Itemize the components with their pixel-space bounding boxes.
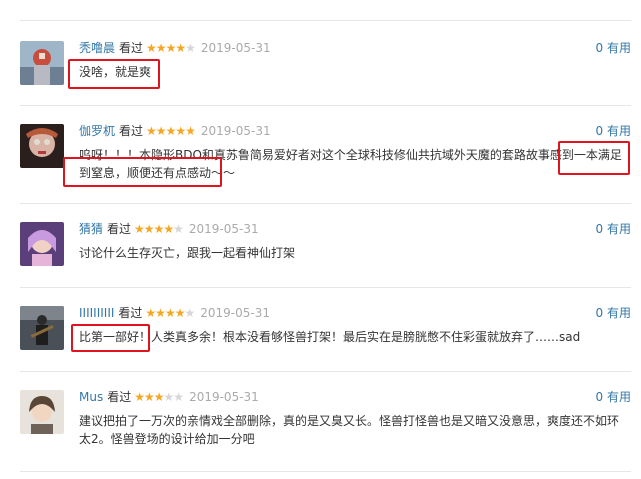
vote-count: 0 [595, 222, 604, 236]
star-filled-icon: ★ [165, 124, 177, 138]
vote-useful-label: 有用 [606, 41, 631, 55]
rating-stars: ★★★★★ [145, 306, 195, 320]
avatar[interactable] [20, 41, 64, 85]
comment-item: IIIIIIIIII 看过 ★★★★★ 2019-05-31 0 有用 比第一部好！人… [0, 306, 641, 386]
rating-stars: ★★★★★ [146, 124, 196, 138]
vote-useful-button[interactable]: 0 有用 [596, 221, 631, 237]
star-empty-icon: ★ [185, 41, 196, 55]
avatar[interactable] [20, 306, 64, 350]
username-link[interactable]: IIIIIIIIII [79, 306, 114, 320]
comment-date: 2019-05-31 [189, 390, 259, 404]
vote-useful-button[interactable]: 0 有用 [596, 305, 631, 321]
comment-meta: IIIIIIIIII 看过 ★★★★★ 2019-05-31 [79, 305, 270, 321]
star-filled-icon: ★ [174, 306, 186, 320]
comment-text: 建议把拍了一万次的亲情戏全部删除，真的是又臭又长。怪兽打怪兽也是又暗又没意思，爽… [79, 414, 620, 446]
comment-text: 讨论什么生存灭亡，跟我一起看神仙打架 [79, 246, 296, 260]
vote-useful-label: 有用 [606, 124, 631, 138]
avatar[interactable] [20, 390, 64, 434]
star-filled-icon: ★ [155, 41, 167, 55]
star-filled-icon: ★ [175, 124, 186, 138]
vote-useful-button[interactable]: 0 有用 [596, 40, 631, 56]
star-empty-icon: ★ [184, 306, 195, 320]
username-link[interactable]: Mus [79, 390, 103, 404]
comment-text: 比第一部好！人类真多余！根本没看够怪兽打架！最后实在是膀胱憋不住彩蛋就放弃了……… [79, 330, 581, 344]
vote-useful-label: 有用 [606, 222, 631, 236]
star-filled-icon: ★ [155, 306, 166, 320]
star-filled-icon: ★ [165, 41, 177, 55]
rating-stars: ★★★★★ [146, 41, 196, 55]
watched-label: 看过 [107, 222, 132, 236]
star-filled-icon: ★ [153, 390, 165, 404]
comment-item: Mus 看过 ★★★★★ 2019-05-31 0 有用 建议把拍了一万次的亲情戏全部… [0, 390, 641, 470]
vote-count: 0 [595, 41, 604, 55]
watched-label: 看过 [119, 124, 144, 138]
star-filled-icon: ★ [134, 390, 145, 404]
star-filled-icon: ★ [185, 124, 196, 138]
star-empty-icon: ★ [163, 390, 175, 404]
rating-stars: ★★★★★ [134, 390, 184, 404]
watched-label: 看过 [118, 306, 143, 320]
comment-text: 呜呀！！！本隐形BDO和真苏鲁简易爱好者对这个全球科技修仙共抗域外天魔的套路故事… [79, 148, 622, 180]
rating-stars: ★★★★★ [134, 222, 184, 236]
comment-meta: 猜猜 看过 ★★★★★ 2019-05-31 [79, 221, 259, 237]
star-filled-icon: ★ [145, 306, 156, 320]
star-filled-icon: ★ [164, 306, 176, 320]
comment-meta: 秃噜晨 看过 ★★★★★ 2019-05-31 [79, 40, 271, 56]
star-filled-icon: ★ [146, 41, 157, 55]
star-filled-icon: ★ [175, 41, 186, 55]
comment-date: 2019-05-31 [200, 41, 271, 55]
comment-meta: 伽罗杌 看过 ★★★★★ 2019-05-31 [79, 123, 271, 139]
star-filled-icon: ★ [144, 390, 155, 404]
divider [20, 471, 631, 472]
vote-count: 0 [595, 306, 604, 320]
comment-item: 秃噜晨 看过 ★★★★★ 2019-05-31 0 有用 没啥，就是爽 [0, 41, 641, 121]
vote-useful-button[interactable]: 0 有用 [596, 389, 631, 405]
vote-useful-label: 有用 [606, 306, 631, 320]
star-filled-icon: ★ [153, 222, 165, 236]
username-link[interactable]: 伽罗杌 [79, 124, 115, 138]
star-filled-icon: ★ [134, 222, 145, 236]
comment-date: 2019-05-31 [200, 124, 271, 138]
star-filled-icon: ★ [143, 222, 155, 236]
vote-useful-label: 有用 [606, 390, 631, 404]
comment-text: 没啥，就是爽 [79, 65, 152, 79]
vote-count: 0 [595, 124, 604, 138]
avatar[interactable] [20, 222, 64, 266]
watched-label: 看过 [119, 41, 144, 55]
vote-useful-button[interactable]: 0 有用 [596, 123, 631, 139]
username-link[interactable]: 猜猜 [79, 222, 103, 236]
comment-date: 2019-05-31 [188, 222, 259, 236]
star-empty-icon: ★ [173, 222, 184, 236]
watched-label: 看过 [107, 390, 132, 404]
comment-date: 2019-05-31 [200, 306, 270, 320]
comment-item: 伽罗杌 看过 ★★★★★ 2019-05-31 0 有用 呜呀！！！本隐形BDO和真苏… [0, 124, 641, 204]
star-filled-icon: ★ [155, 124, 167, 138]
username-link[interactable]: 秃噜晨 [79, 41, 115, 55]
star-filled-icon: ★ [163, 222, 174, 236]
avatar[interactable] [20, 124, 64, 168]
comment-item: 猜猜 看过 ★★★★★ 2019-05-31 0 有用 讨论什么生存灭亡，跟我一起看神… [0, 222, 641, 302]
vote-count: 0 [595, 390, 604, 404]
star-empty-icon: ★ [173, 390, 184, 404]
divider [20, 20, 631, 21]
comment-meta: Mus 看过 ★★★★★ 2019-05-31 [79, 389, 259, 405]
star-filled-icon: ★ [146, 124, 157, 138]
